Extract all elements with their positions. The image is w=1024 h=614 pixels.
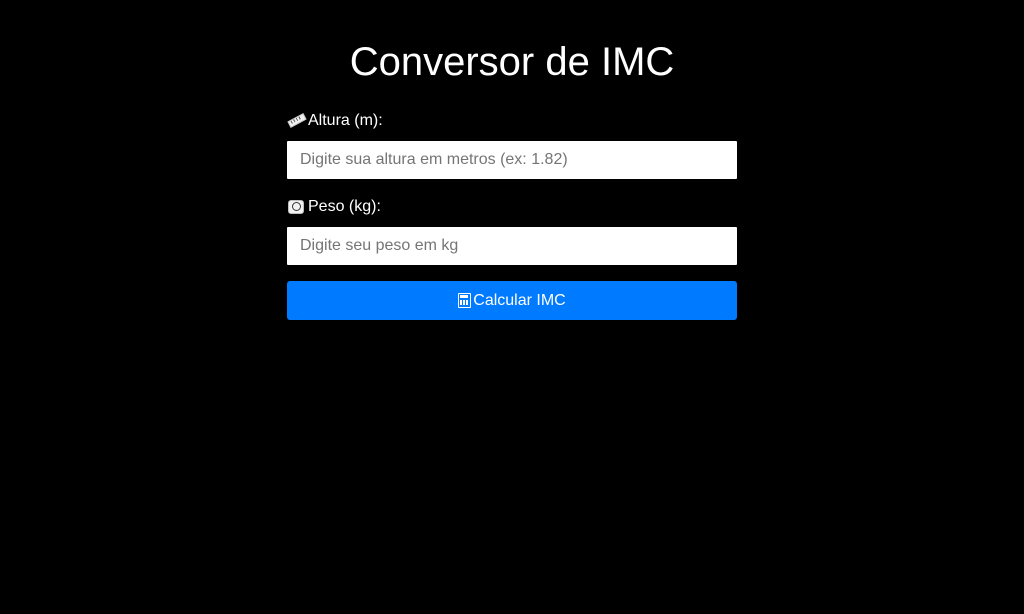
altura-label: Altura (m): (287, 110, 737, 132)
calcular-imc-button[interactable]: Calcular IMC (287, 281, 737, 320)
ruler-icon (287, 113, 307, 129)
page-title: Conversor de IMC (349, 40, 675, 84)
altura-input[interactable] (287, 141, 737, 179)
scale-icon (287, 199, 307, 215)
peso-label: Peso (kg): (287, 196, 737, 218)
altura-label-text: Altura (m): (308, 112, 383, 129)
calculator-icon (458, 293, 472, 308)
page: Conversor de IMC Altura (m): Peso (kg): … (0, 0, 1024, 614)
imc-form: Altura (m): Peso (kg): Calcular IMC (287, 110, 737, 320)
calcular-imc-label: Calcular IMC (473, 291, 566, 309)
peso-label-text: Peso (kg): (308, 198, 381, 215)
peso-input[interactable] (287, 227, 737, 265)
